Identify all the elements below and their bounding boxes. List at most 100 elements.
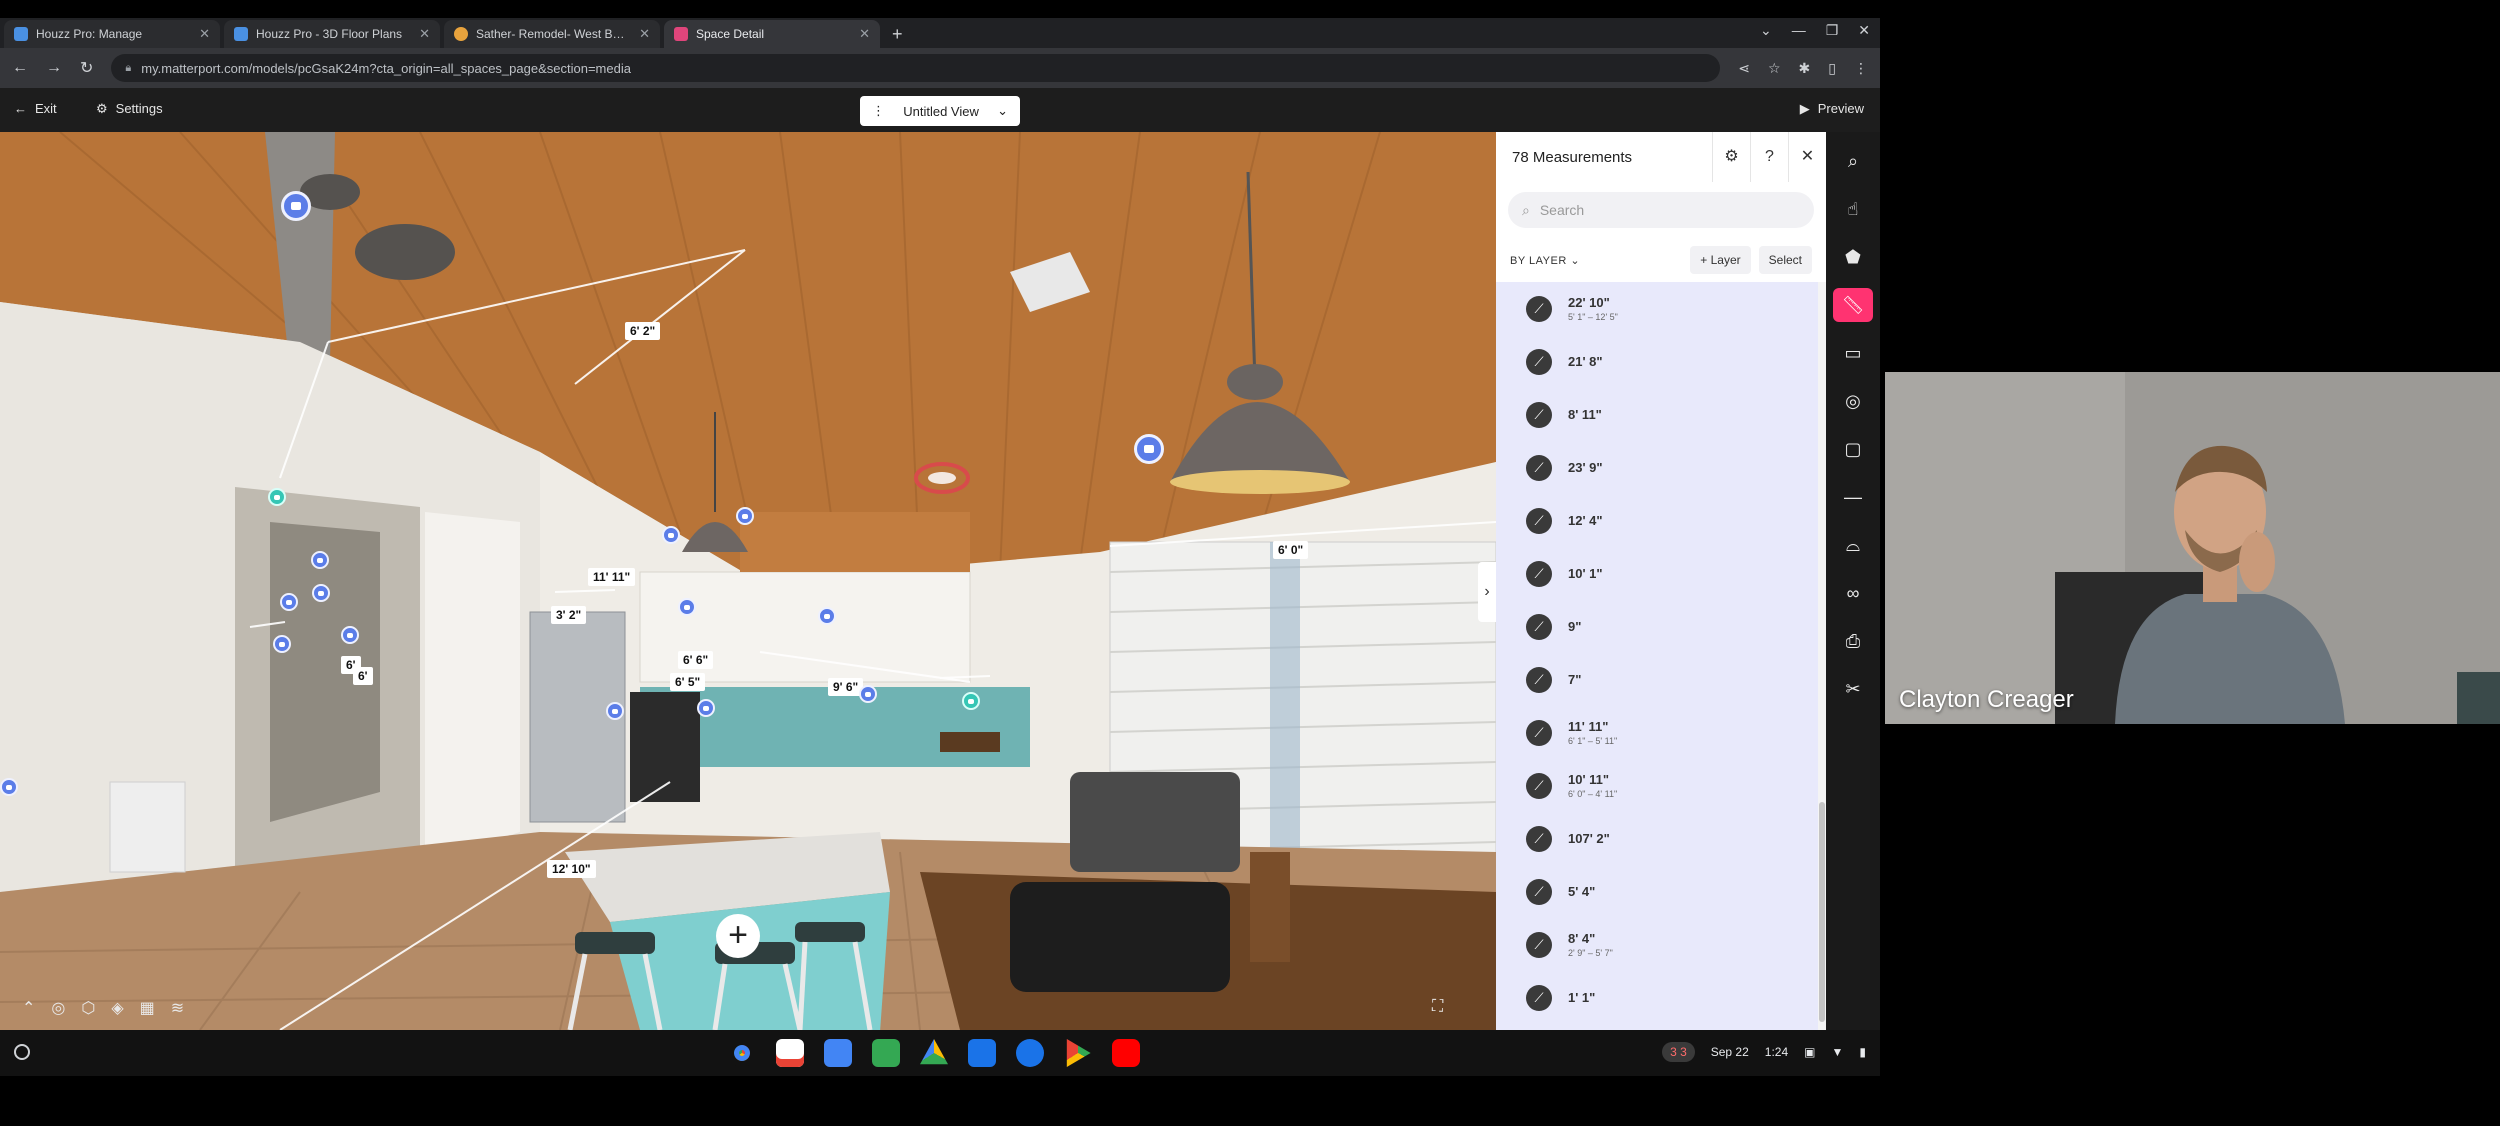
settings-button[interactable]: ⚙ Settings bbox=[96, 101, 163, 117]
chrome-icon[interactable] bbox=[728, 1039, 756, 1067]
scissors-icon[interactable]: ✂ bbox=[1833, 672, 1873, 706]
select-button[interactable]: Select bbox=[1758, 246, 1812, 274]
notification-badge[interactable]: 3 3 bbox=[1662, 1042, 1695, 1062]
mattertag-pin[interactable] bbox=[311, 551, 329, 569]
measurement-label[interactable]: 6' 5" bbox=[670, 673, 706, 691]
hat-icon[interactable]: ⌓ bbox=[1833, 528, 1873, 562]
kebab-menu-icon[interactable]: ⋮ bbox=[872, 103, 885, 119]
measurement-endpoint[interactable] bbox=[962, 692, 980, 710]
notes-icon[interactable]: ▭ bbox=[1833, 336, 1873, 370]
camera-icon[interactable]: ⎙ bbox=[1833, 624, 1873, 658]
browser-tab[interactable]: Houzz Pro: Manage ✕ bbox=[4, 20, 220, 48]
close-tab-icon[interactable]: ✕ bbox=[419, 26, 430, 42]
system-tray[interactable]: 3 3 Sep 22 1:24 ▣ ▼ ▮ bbox=[1662, 1042, 1866, 1062]
ruler-icon[interactable]: 📏︎ bbox=[1833, 288, 1873, 322]
list-item[interactable]: ⟋ 9" bbox=[1496, 600, 1818, 653]
list-item[interactable]: ⟋ 10' 1" bbox=[1496, 547, 1818, 600]
inside-view-icon[interactable]: ◎ bbox=[51, 998, 65, 1018]
mattertag-pin[interactable] bbox=[1134, 434, 1164, 464]
layers-icon[interactable]: ≋ bbox=[171, 998, 184, 1018]
browser-tab[interactable]: Houzz Pro - 3D Floor Plans ✕ bbox=[224, 20, 440, 48]
floorplan-icon[interactable]: ◈ bbox=[111, 998, 123, 1018]
scrollbar[interactable] bbox=[1818, 282, 1826, 1030]
help-icon[interactable]: ? bbox=[1750, 132, 1788, 182]
chevron-down-icon[interactable]: ⌄ bbox=[1760, 22, 1772, 39]
search-icon[interactable]: ⌕ bbox=[1833, 144, 1873, 178]
view-selector[interactable]: ⋮ Untitled View ⌄ bbox=[860, 96, 1020, 126]
minimize-icon[interactable]: — bbox=[1792, 22, 1806, 39]
star-icon[interactable]: ☆ bbox=[1768, 60, 1781, 77]
mattertag-pin[interactable] bbox=[736, 507, 754, 525]
chevron-right-icon[interactable]: › bbox=[1478, 562, 1496, 622]
mattertag-pin[interactable] bbox=[818, 607, 836, 625]
close-tab-icon[interactable]: ✕ bbox=[639, 26, 650, 42]
mattertag-pin[interactable] bbox=[678, 598, 696, 616]
browser-tab-active[interactable]: Space Detail ✕ bbox=[664, 20, 880, 48]
measurement-label[interactable]: 12' 10" bbox=[547, 860, 596, 878]
chevron-up-icon[interactable]: ⌃ bbox=[22, 998, 35, 1018]
address-bar[interactable]: 🔒︎ my.matterport.com/models/pcGsaK24m?ct… bbox=[111, 54, 1721, 82]
mattertag-pin[interactable] bbox=[281, 191, 311, 221]
list-item[interactable]: ⟋ 10' 11" 6' 0" – 4' 11" bbox=[1496, 759, 1818, 812]
mattertag-pin[interactable] bbox=[280, 593, 298, 611]
side-panel-icon[interactable]: ▯ bbox=[1828, 60, 1836, 77]
mattertag-pin[interactable] bbox=[859, 685, 877, 703]
measurement-label[interactable]: 6' bbox=[353, 667, 373, 685]
group-by-dropdown[interactable]: BY LAYER ⌄ bbox=[1510, 254, 1690, 267]
measurement-label[interactable]: 6' 6" bbox=[678, 651, 714, 669]
preview-button[interactable]: ▶ Preview bbox=[1800, 101, 1864, 117]
close-tab-icon[interactable]: ✕ bbox=[859, 26, 870, 42]
comment-icon[interactable]: ▢ bbox=[1833, 432, 1873, 466]
measurement-label[interactable]: 3' 2" bbox=[551, 606, 587, 624]
drive-icon[interactable] bbox=[920, 1039, 948, 1065]
measurement-endpoint[interactable] bbox=[268, 488, 286, 506]
list-item[interactable]: ⟋ 22' 10" 5' 1" – 12' 5" bbox=[1496, 282, 1818, 335]
files-icon[interactable] bbox=[968, 1039, 996, 1067]
scrollbar-thumb[interactable] bbox=[1819, 802, 1825, 1022]
list-item[interactable]: ⟋ 11' 11" 6' 1" – 5' 11" bbox=[1496, 706, 1818, 759]
tag-icon[interactable]: ⬟ bbox=[1833, 240, 1873, 274]
close-tab-icon[interactable]: ✕ bbox=[199, 26, 210, 42]
close-icon[interactable]: ✕ bbox=[1788, 132, 1826, 182]
mattertag-pin[interactable] bbox=[341, 626, 359, 644]
messages-icon[interactable] bbox=[1016, 1039, 1044, 1067]
3d-viewport[interactable]: 6' 2" 6' 0" 11' 11" 3' 2" 6' 6" 6' 5" 9'… bbox=[0, 132, 1496, 1030]
browser-tab[interactable]: Sather- Remodel- West Beach: C ✕ bbox=[444, 20, 660, 48]
fullscreen-icon[interactable]: ⛶ bbox=[1432, 998, 1443, 1016]
list-item[interactable]: ⟋ 8' 11" bbox=[1496, 388, 1818, 441]
share-icon[interactable]: ⋖ bbox=[1738, 60, 1750, 77]
participant-video-tile[interactable]: Clayton Creager bbox=[1885, 372, 2500, 724]
list-item[interactable]: ⟋ 7" bbox=[1496, 653, 1818, 706]
extensions-icon[interactable]: ✱ bbox=[1799, 60, 1811, 77]
youtube-icon[interactable] bbox=[1112, 1039, 1140, 1067]
mattertag-pin[interactable] bbox=[697, 699, 715, 717]
restore-icon[interactable]: ❐ bbox=[1826, 22, 1839, 39]
gmail-icon[interactable] bbox=[776, 1039, 804, 1067]
back-arrow-icon[interactable]: ← bbox=[12, 59, 28, 77]
list-item[interactable]: ⟋ 12' 4" bbox=[1496, 494, 1818, 547]
hand-pointer-icon[interactable]: ☝ bbox=[1833, 192, 1873, 226]
measurement-label[interactable]: 6' 0" bbox=[1273, 541, 1309, 559]
dollhouse-icon[interactable]: ⬡ bbox=[81, 998, 95, 1018]
kebab-menu-icon[interactable]: ⋮ bbox=[1854, 60, 1868, 77]
add-button[interactable]: + bbox=[716, 914, 760, 958]
search-input[interactable]: ⌕ Search bbox=[1508, 192, 1814, 228]
mattertag-pin[interactable] bbox=[0, 778, 18, 796]
measurement-label[interactable]: 11' 11" bbox=[588, 568, 636, 586]
list-item[interactable]: ⟋ 107' 2" bbox=[1496, 812, 1818, 865]
play-store-icon[interactable] bbox=[1066, 1039, 1091, 1067]
list-item[interactable]: ⟋ 1' 1" bbox=[1496, 971, 1818, 1024]
list-item[interactable]: ⟋ 21' 8" bbox=[1496, 335, 1818, 388]
list-item[interactable]: ⟋ 5' 4" bbox=[1496, 865, 1818, 918]
binoculars-icon[interactable]: ∞ bbox=[1833, 576, 1873, 610]
floor-selector-icon[interactable]: ▦ bbox=[140, 998, 155, 1018]
launcher-icon[interactable] bbox=[14, 1044, 30, 1060]
meet-icon[interactable] bbox=[872, 1039, 900, 1067]
mattertag-pin[interactable] bbox=[312, 584, 330, 602]
target-icon[interactable]: ◎ bbox=[1833, 384, 1873, 418]
mattertag-pin[interactable] bbox=[273, 635, 291, 653]
calendar-icon[interactable] bbox=[824, 1039, 852, 1067]
measurement-label[interactable]: 6' 2" bbox=[625, 322, 661, 340]
forward-arrow-icon[interactable]: → bbox=[46, 59, 62, 77]
reload-icon[interactable]: ↻ bbox=[80, 58, 93, 78]
